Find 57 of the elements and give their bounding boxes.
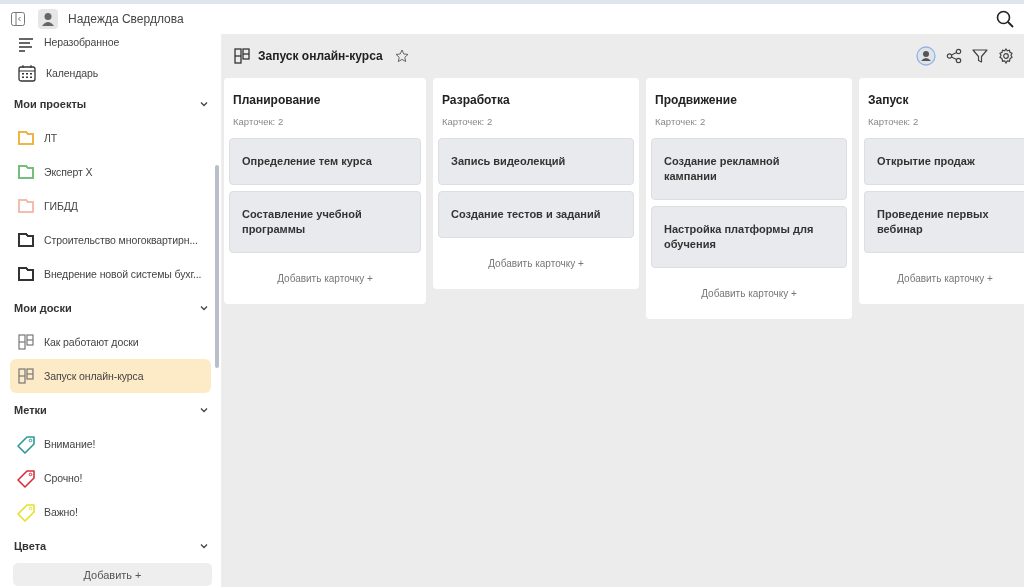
card-count: Карточек: 2 xyxy=(867,116,920,127)
settings-icon[interactable] xyxy=(998,48,1014,64)
search-icon[interactable] xyxy=(996,10,1014,28)
sidebar-item[interactable]: Как работают доски xyxy=(10,325,211,359)
nav-item[interactable]: Неразобранное xyxy=(10,34,211,58)
scrollbar-thumb[interactable] xyxy=(215,165,219,368)
task-card[interactable]: Открытие продаж xyxy=(864,138,1024,185)
star-icon[interactable] xyxy=(394,49,409,63)
board-title: Запуск онлайн-курса xyxy=(258,49,383,63)
sidebar-item[interactable]: Важно! xyxy=(10,495,211,529)
section-header[interactable]: Метки xyxy=(10,393,213,427)
sidebar-item[interactable]: ГИБДД xyxy=(10,189,211,223)
task-card[interactable]: Запись видеолекций xyxy=(438,138,634,185)
chevron-icon xyxy=(199,303,209,313)
task-card[interactable]: Настройка платформы для обучения xyxy=(651,206,847,268)
section-header[interactable]: Мои доски xyxy=(10,291,213,325)
column-title: Запуск xyxy=(867,93,910,107)
section-header[interactable]: Мои проекты xyxy=(10,87,213,121)
section-header[interactable]: Цвета xyxy=(10,529,213,563)
filter-icon[interactable] xyxy=(972,48,988,64)
nav-item[interactable]: Календарь xyxy=(10,58,211,87)
sidebar-item[interactable]: Внимание! xyxy=(10,427,211,461)
board-icon xyxy=(234,48,250,64)
add-card-button[interactable]: Добавить карточку + xyxy=(891,269,999,288)
sidebar-item[interactable]: Запуск онлайн-курса xyxy=(10,359,211,393)
board-icon xyxy=(18,368,34,384)
task-card[interactable]: Создание тестов и заданий xyxy=(438,191,634,238)
column-title: Разработка xyxy=(441,93,511,107)
board-icon xyxy=(18,334,34,350)
card-count: Карточек: 2 xyxy=(232,116,285,127)
calendar-icon xyxy=(18,63,36,82)
share-icon[interactable] xyxy=(946,48,962,64)
task-card[interactable]: Проведение первых вебинар xyxy=(864,191,1024,253)
sidebar-toggle-icon[interactable] xyxy=(10,11,26,27)
add-card-button[interactable]: Добавить карточку + xyxy=(482,254,590,273)
task-card[interactable]: Создание рекламной кампании xyxy=(651,138,847,200)
card-count: Карточек: 2 xyxy=(654,116,707,127)
lines-icon xyxy=(18,36,34,52)
card-count: Карточек: 2 xyxy=(441,116,494,127)
task-card[interactable]: Составление учебной программы xyxy=(229,191,421,253)
column-title: Продвижение xyxy=(654,93,738,107)
chevron-icon xyxy=(199,405,209,415)
chevron-icon xyxy=(199,541,209,551)
sidebar-item[interactable]: Срочно! xyxy=(10,461,211,495)
chevron-icon xyxy=(199,99,209,109)
sidebar-item[interactable]: Внедрение новой системы бухг... xyxy=(10,257,211,291)
sidebar-item[interactable]: Эксперт Х xyxy=(10,155,211,189)
column-title: Планирование xyxy=(232,93,322,107)
sidebar-item[interactable]: Строительство многоквартирн... xyxy=(10,223,211,257)
avatar-icon[interactable] xyxy=(38,9,58,29)
add-card-button[interactable]: Добавить карточку + xyxy=(271,269,379,288)
add-button[interactable]: Добавить + xyxy=(13,563,212,586)
user-name: Надежда Свердлова xyxy=(68,12,184,26)
task-card[interactable]: Определение тем курса xyxy=(229,138,421,185)
sidebar-item[interactable]: ЛТ xyxy=(10,121,211,155)
add-card-button[interactable]: Добавить карточку + xyxy=(695,284,803,303)
user-avatar-icon[interactable] xyxy=(916,46,936,66)
